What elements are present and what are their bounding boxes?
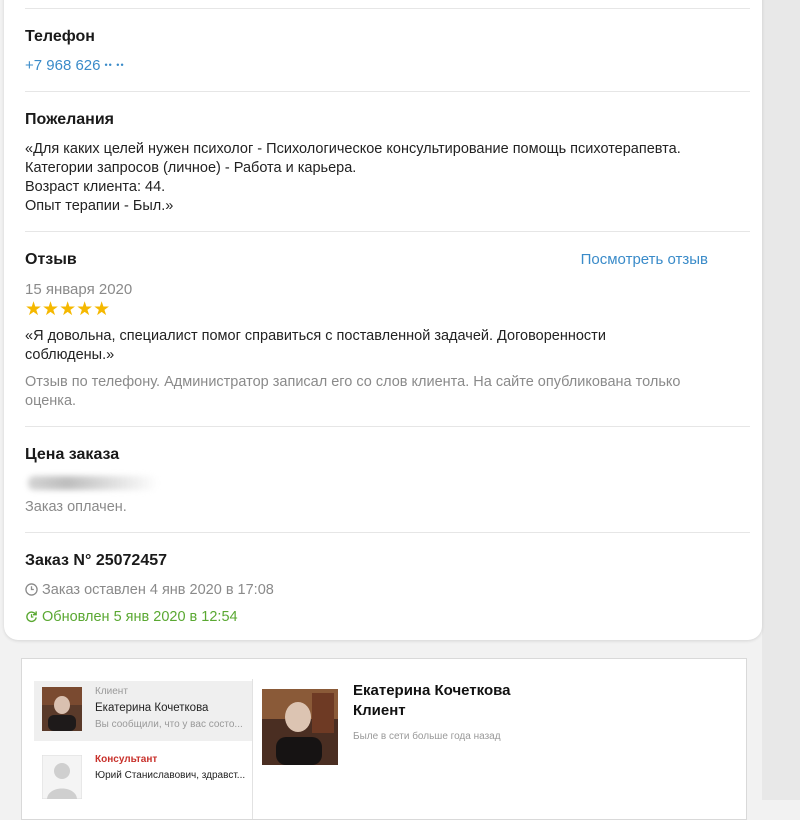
contact-role: Клиент (353, 702, 406, 719)
divider (25, 8, 750, 9)
divider (25, 532, 750, 533)
wishes-line: Возраст клиента: 44. (25, 179, 166, 195)
wishes-line: Опыт терапии - Был.» (25, 198, 174, 214)
conversation-item-consultant[interactable]: Консультант Юрий Станиславович, здравст.… (34, 749, 252, 809)
payment-status: Заказ оплачен. (25, 499, 127, 515)
review-rating-stars: ★★★★★ (25, 299, 111, 320)
contact-name-block: Екатерина Кочеткова Клиент (353, 681, 510, 721)
chat-column-divider (252, 679, 253, 819)
conversation-role: Консультант (95, 754, 158, 765)
price-value-blurred (28, 476, 158, 490)
order-updated-row: Обновлен 5 янв 2020 в 12:54 (25, 608, 238, 627)
view-review-link[interactable]: Посмотреть отзыв (581, 251, 708, 268)
conversation-item-client[interactable]: Клиент Екатерина Кочеткова Вы сообщили, … (34, 681, 252, 741)
divider (25, 231, 750, 232)
order-updated-text: Обновлен 5 янв 2020 в 12:54 (42, 609, 238, 625)
review-text-line: соблюдены.» (25, 347, 115, 363)
contact-avatar (262, 689, 338, 765)
divider (25, 426, 750, 427)
order-created-row: Заказ оставлен 4 янв 2020 в 17:08 (25, 581, 274, 600)
phone-heading: Телефон (25, 28, 95, 45)
refresh-icon (26, 611, 37, 623)
phone-number-visible: +7 968 626 (25, 57, 101, 74)
wishes-line: Категории запросов (личное) - Работа и к… (25, 160, 357, 176)
review-note-line: оценка. (25, 393, 77, 409)
divider (25, 91, 750, 92)
client-avatar (42, 687, 82, 731)
conversation-name: Екатерина Кочеткова (95, 702, 209, 714)
default-avatar-icon (42, 755, 82, 799)
price-heading: Цена заказа (25, 446, 120, 463)
conversation-preview: Юрий Станиславович, здравст... (95, 770, 246, 781)
wishes-heading: Пожелания (25, 111, 114, 128)
chat-panel: Клиент Екатерина Кочеткова Вы сообщили, … (21, 658, 747, 820)
clock-icon (25, 583, 38, 596)
phone-number[interactable]: +7 968 626 •• •• (25, 57, 125, 74)
contact-last-seen: Быле в сети больше года назад (353, 731, 501, 742)
review-note-line: Отзыв по телефону. Администратор записал… (25, 374, 681, 390)
phone-number-masked: •• •• (104, 60, 125, 70)
review-heading: Отзыв (25, 251, 77, 268)
order-details-card: Телефон +7 968 626 •• •• Пожелания «Для к… (4, 0, 762, 640)
conversation-role: Клиент (95, 686, 128, 697)
order-created-text: Заказ оставлен 4 янв 2020 в 17:08 (42, 582, 274, 598)
review-text-line: «Я довольна, специалист помог справиться… (25, 328, 606, 344)
contact-name: Екатерина Кочеткова (353, 682, 511, 699)
review-date: 15 января 2020 (25, 281, 133, 298)
page-scroll-area (762, 0, 800, 800)
conversation-preview: Вы сообщили, что у вас состо... (95, 719, 243, 730)
wishes-line: «Для каких целей нужен психолог - Психол… (25, 141, 681, 157)
order-number: Заказ N° 25072457 (25, 552, 168, 569)
